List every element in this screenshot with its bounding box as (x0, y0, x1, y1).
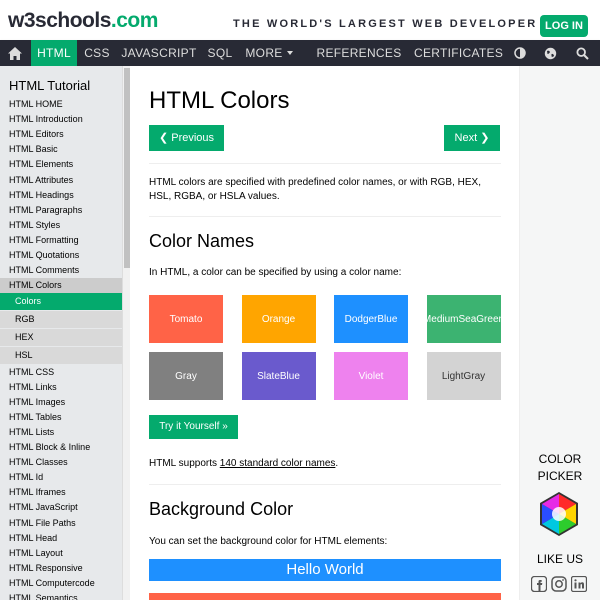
right-sidebar: COLOR PICKER LIKE US (519, 66, 600, 600)
sidebar-sublink[interactable]: RGB (0, 311, 122, 329)
sidebar-link[interactable]: HTML Editors (0, 127, 122, 142)
hello-world-example: Hello World (149, 559, 501, 581)
sidebar-link[interactable]: HTML Responsive (0, 561, 122, 576)
top-navigation: HTML CSS JAVASCRIPT SQL MORE REFERENCES … (0, 40, 600, 82)
sidebar-link[interactable]: HTML Paragraphs (0, 203, 122, 218)
divider (149, 484, 501, 485)
linkedin-icon[interactable] (571, 576, 587, 592)
sidebar-link[interactable]: HTML Attributes (0, 173, 122, 188)
color-swatch: Violet (334, 352, 408, 400)
globe-icon[interactable] (537, 40, 563, 66)
background-color-text: You can set the background color for HTM… (149, 536, 388, 547)
sidebar-link[interactable]: HTML Quotations (0, 248, 122, 263)
sidebar-link[interactable]: HTML Elements (0, 157, 122, 172)
sidebar-link[interactable]: HTML Tables (0, 410, 122, 425)
sidebar-link[interactable]: HTML Semantics (0, 591, 122, 600)
main-content: HTML Colors ❮ Previous Next ❯ HTML color… (130, 66, 519, 600)
color-swatch: Orange (241, 295, 316, 343)
top-header: w3schools.com THE WORLD'S LARGEST WEB DE… (0, 0, 600, 40)
color-swatch: DodgerBlue (334, 295, 408, 343)
sidebar-link[interactable]: HTML Layout (0, 546, 122, 561)
section-heading-background-color: Background Color (149, 499, 294, 519)
sidebar-link[interactable]: HTML Formatting (0, 233, 122, 248)
nav-javascript[interactable]: JAVASCRIPT (119, 40, 199, 66)
sidebar-link[interactable]: HTML Images (0, 395, 122, 410)
sidebar-link[interactable]: HTML Iframes (0, 485, 122, 500)
nav-more[interactable]: MORE (243, 40, 295, 66)
nav-references-label: REFERENCES (316, 46, 402, 60)
section-heading-color-names: Color Names (149, 231, 255, 251)
sidebar-link[interactable]: HTML Basic (0, 142, 122, 157)
nav-css[interactable]: CSS (79, 40, 115, 66)
sidebar-link[interactable]: HTML Classes (0, 455, 122, 470)
sidebar-scrollbar[interactable] (122, 66, 130, 600)
support-suffix: . (335, 458, 339, 469)
sidebar-link[interactable]: HTML JavaScript (0, 500, 122, 515)
color-swatch: Gray (149, 352, 223, 400)
sidebar-section-html-colors[interactable]: HTML Colors (0, 278, 122, 294)
color-swatch: Tomato (149, 295, 223, 343)
color-picker-label[interactable]: COLOR PICKER (520, 451, 600, 485)
sidebar-link[interactable]: HTML Introduction (0, 112, 122, 127)
sidebar-link[interactable]: HTML Id (0, 470, 122, 485)
page-title: HTML Colors (149, 87, 290, 114)
divider (149, 216, 501, 217)
sidebar-link[interactable]: HTML Styles (0, 218, 122, 233)
instagram-icon[interactable] (551, 576, 567, 592)
nav-html[interactable]: HTML (31, 40, 77, 66)
site-logo[interactable]: w3schools.com (8, 9, 158, 33)
sidebar: HTML Tutorial HTML HOME HTML Introduction… (0, 66, 122, 600)
sidebar-sublink[interactable]: HSL (0, 346, 122, 364)
tomato-example-bar (149, 593, 501, 600)
nav-references[interactable]: REFERENCES (313, 40, 405, 82)
sidebar-link[interactable]: HTML HOME (0, 97, 122, 112)
sidebar-sublink[interactable]: Colors (0, 293, 122, 311)
color-swatch: LightGray (426, 352, 501, 400)
logo-suffix: .com (110, 9, 159, 32)
logo-text: w3schools (8, 9, 111, 32)
support-prefix: HTML supports (149, 458, 220, 469)
standard-color-names-link[interactable]: 140 standard color names (220, 458, 336, 469)
color-swatch: SlateBlue (241, 352, 316, 400)
color-names-text: In HTML, a color can be specified by usi… (149, 267, 402, 278)
search-icon[interactable] (569, 40, 595, 66)
sidebar-link[interactable]: HTML File Paths (0, 516, 122, 531)
facebook-icon[interactable] (531, 576, 547, 592)
try-it-yourself-button[interactable]: Try it Yourself » (149, 415, 238, 439)
sidebar-link[interactable]: HTML Head (0, 531, 122, 546)
color-support-text: HTML supports 140 standard color names. (149, 457, 499, 471)
nav-sql[interactable]: SQL (202, 40, 238, 66)
sidebar-link[interactable]: HTML Block & Inline (0, 440, 122, 455)
sidebar-title: HTML Tutorial (9, 78, 91, 93)
chevron-down-icon (286, 51, 293, 55)
contrast-icon[interactable] (507, 40, 533, 66)
sidebar-link[interactable]: HTML Links (0, 380, 122, 395)
login-button[interactable]: LOG IN (540, 15, 588, 37)
color-picker-icon[interactable] (535, 490, 583, 538)
home-icon[interactable] (2, 40, 28, 66)
sidebar-link[interactable]: HTML Comments (0, 263, 122, 278)
divider (149, 163, 501, 164)
site-tagline: THE WORLD'S LARGEST WEB DEVELOPER SITE (233, 18, 576, 30)
next-button[interactable]: Next ❯ (444, 125, 500, 151)
previous-button[interactable]: ❮ Previous (149, 125, 224, 151)
nav-more-label: MORE (245, 46, 283, 60)
nav-certificates[interactable]: CERTIFICATES (414, 40, 503, 66)
color-swatch: MediumSeaGreen (426, 295, 501, 343)
sidebar-link[interactable]: HTML Headings (0, 188, 122, 203)
like-us-label: LIKE US (536, 552, 584, 566)
sidebar-link[interactable]: HTML Computercode (0, 576, 122, 591)
sidebar-link[interactable]: HTML Lists (0, 425, 122, 440)
sidebar-link[interactable]: HTML CSS (0, 365, 122, 380)
sidebar-sublink[interactable]: HEX (0, 328, 122, 346)
intro-text: HTML colors are specified with predefine… (149, 177, 481, 202)
